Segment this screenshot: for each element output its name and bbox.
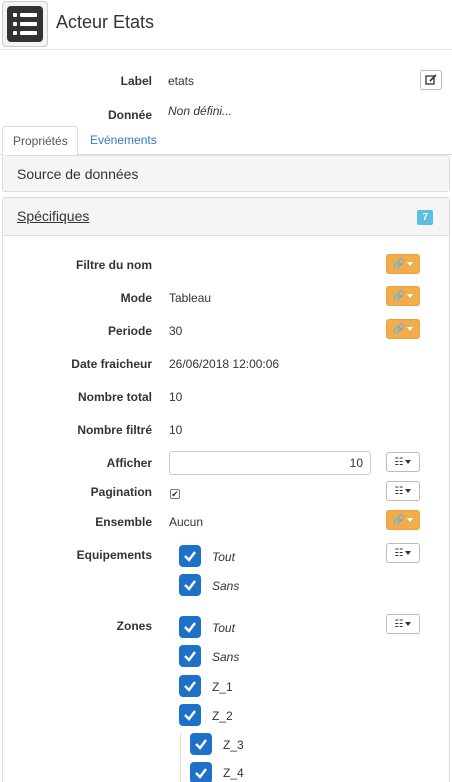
ensemble-value: Aucun	[169, 515, 204, 529]
filtre-link-button[interactable]: 🔗	[386, 254, 420, 274]
nombre-filtre-label: Nombre filtré	[77, 423, 152, 437]
tab-evenements[interactable]: Evénements	[80, 126, 167, 155]
equipements-label: Equipements	[76, 548, 152, 562]
equipements-label-tout: Tout	[212, 550, 235, 564]
zones-options-button[interactable]: ☷	[386, 614, 420, 634]
pagination-checkbox[interactable]: ✔	[170, 489, 180, 499]
zones-checkbox-z1[interactable]	[179, 675, 201, 697]
link-icon: 🔗	[392, 323, 406, 335]
edit-button[interactable]	[420, 70, 442, 90]
check-icon	[184, 580, 196, 591]
check-icon	[195, 739, 207, 750]
zones-label-z2: Z_2	[212, 709, 233, 723]
zones-label-z3: Z_3	[223, 738, 244, 752]
periode-label: Periode	[107, 324, 152, 338]
label-field-label: Label	[120, 74, 152, 88]
zones-checkbox-tout[interactable]	[179, 616, 201, 638]
zones-label: Zones	[116, 619, 152, 633]
tab-proprietes[interactable]: Propriétés	[2, 126, 78, 156]
periode-link-button[interactable]: 🔗	[386, 319, 420, 339]
tab-bar: Propriétés Evénements	[0, 126, 452, 156]
source-panel[interactable]: Source de données	[2, 155, 450, 192]
filtre-label: Filtre du nom	[76, 258, 152, 272]
mode-label: Mode	[120, 291, 152, 305]
specifiques-panel-heading[interactable]: Spécifiques	[3, 198, 449, 236]
page-title: Acteur Etats	[56, 12, 155, 32]
link-icon: 🔗	[392, 290, 406, 302]
zones-checkbox-z4[interactable]	[190, 762, 212, 782]
header: Acteur Etats	[0, 0, 452, 50]
equipements-checkbox-sans[interactable]	[179, 574, 201, 596]
date-fraicheur-label: Date fraicheur	[71, 357, 152, 371]
ensemble-label: Ensemble	[95, 515, 152, 529]
sliders-icon: ☷	[394, 485, 404, 497]
zones-checkbox-z3[interactable]	[190, 733, 212, 755]
date-fraicheur-value: 26/06/2018 12:00:06	[169, 357, 280, 371]
afficher-options-button[interactable]: ☷	[386, 452, 420, 472]
check-icon	[184, 710, 196, 721]
equipements-label-sans: Sans	[212, 579, 240, 593]
zones-label-tout: Tout	[212, 621, 235, 635]
equipements-checkbox-tout[interactable]	[179, 545, 201, 567]
donnee-field-value[interactable]: Non défini...	[168, 104, 232, 118]
specifiques-title[interactable]: Spécifiques	[17, 208, 89, 224]
sliders-icon: ☷	[394, 456, 404, 468]
donnee-field-label: Donnée	[107, 108, 152, 122]
check-icon	[184, 651, 196, 662]
check-icon	[184, 551, 196, 562]
afficher-input[interactable]: 10	[169, 451, 371, 475]
mode-value: Tableau	[169, 291, 212, 305]
nombre-filtre-value: 10	[169, 423, 183, 437]
check-icon	[184, 681, 196, 692]
zones-label-z4: Z_4	[223, 766, 244, 780]
nombre-total-value: 10	[169, 390, 183, 404]
pagination-options-button[interactable]: ☷	[386, 481, 420, 501]
sliders-icon: ☷	[394, 618, 404, 630]
zones-checkbox-z2[interactable]	[179, 704, 201, 726]
check-icon	[184, 622, 196, 633]
ensemble-link-button[interactable]: 🔗	[386, 510, 420, 530]
zones-label-sans: Sans	[212, 650, 240, 664]
label-field-value[interactable]: etats	[168, 74, 194, 88]
list-icon	[2, 1, 48, 47]
count-badge: 7	[417, 210, 433, 225]
edit-icon	[425, 74, 437, 85]
afficher-label: Afficher	[106, 456, 152, 470]
source-panel-title[interactable]: Source de données	[3, 156, 449, 191]
link-icon: 🔗	[392, 258, 406, 270]
periode-value: 30	[169, 324, 183, 338]
equipements-options-button[interactable]: ☷	[386, 543, 420, 563]
tree-connector	[180, 733, 181, 782]
link-icon: 🔗	[392, 514, 406, 526]
nombre-total-label: Nombre total	[77, 390, 152, 404]
zones-label-z1: Z_1	[212, 680, 233, 694]
pagination-label: Pagination	[90, 485, 152, 499]
sliders-icon: ☷	[394, 547, 404, 559]
zones-checkbox-sans[interactable]	[179, 645, 201, 667]
mode-link-button[interactable]: 🔗	[386, 286, 420, 306]
check-icon	[195, 768, 207, 779]
